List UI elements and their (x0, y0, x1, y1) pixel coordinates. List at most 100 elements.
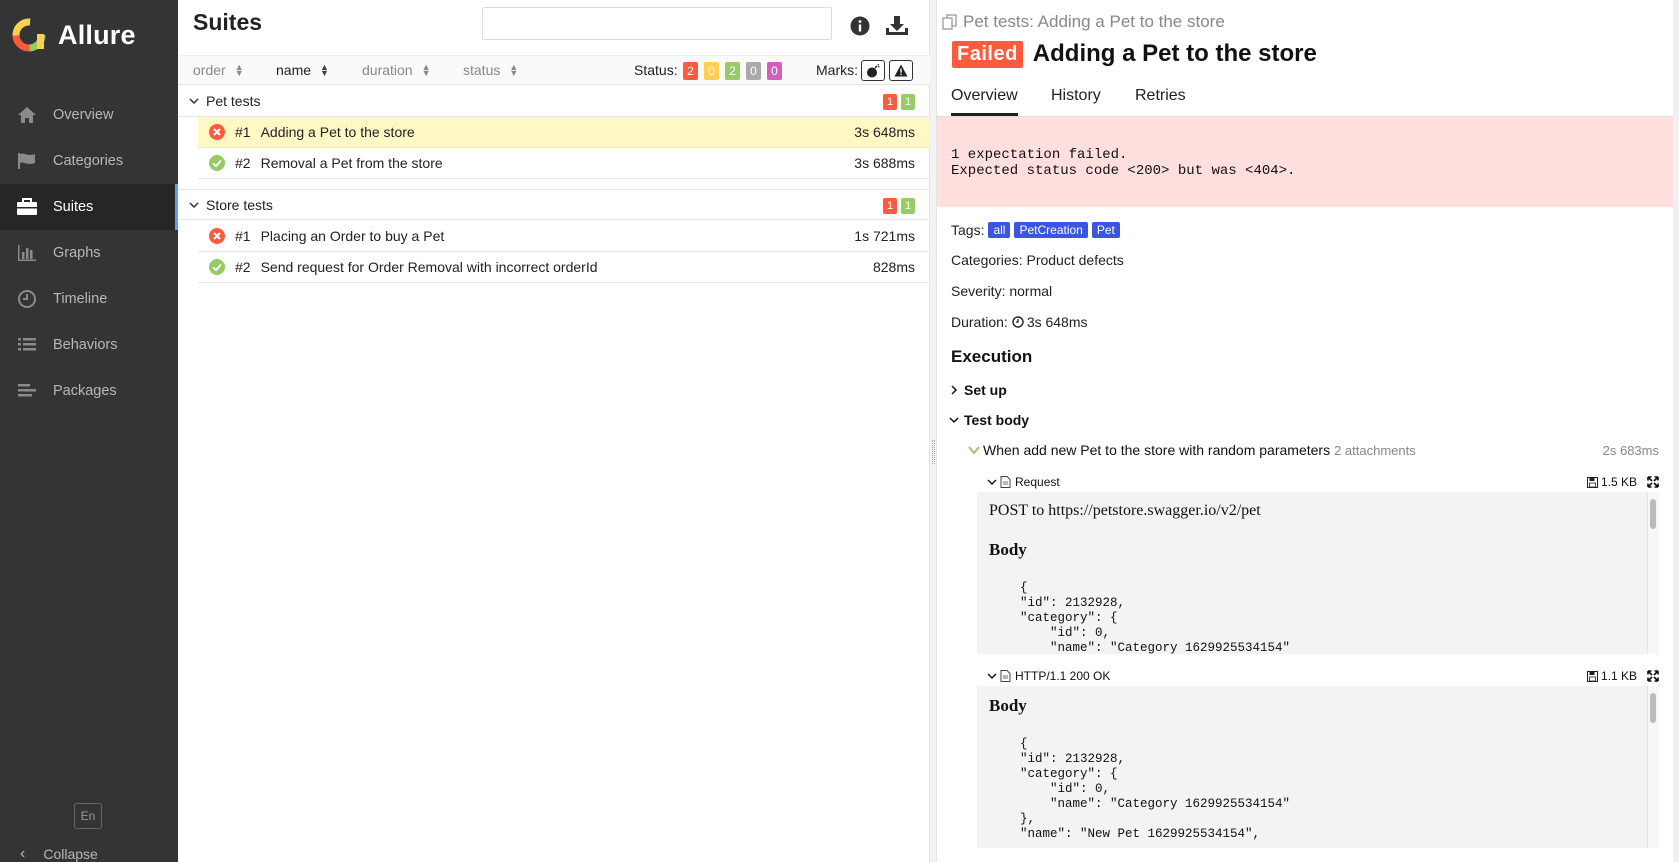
test-body-section[interactable]: Test body (948, 412, 1029, 428)
expand-icon[interactable] (1647, 670, 1659, 682)
sidebar-item-label: Behaviors (53, 337, 118, 353)
test-row[interactable]: #1 Placing an Order to buy a Pet 1s 721m… (198, 221, 930, 252)
sidebar-item-packages[interactable]: Packages (0, 368, 178, 414)
list-icon (16, 335, 38, 355)
severity-row: Severity: normal (951, 283, 1053, 299)
sort-name[interactable]: name ▲ ▼ (276, 62, 329, 78)
step-duration: 2s 683ms (1602, 442, 1659, 458)
error-message: 1 expectation failed. Expected status co… (937, 117, 1673, 207)
briefcase-icon (16, 197, 38, 217)
response-body-code: { "id": 2132928, "category": { "id": 0, … (1020, 737, 1291, 841)
step-name: When add new Pet to the store with rando… (983, 442, 1331, 458)
scrollbar-thumb[interactable] (1650, 693, 1656, 723)
suite-group-store-tests[interactable]: Store tests 1 1 (178, 189, 930, 220)
status-filter-skipped[interactable]: 0 (746, 62, 761, 80)
passed-status-icon (209, 155, 225, 171)
status-filter-failed[interactable]: 2 (683, 62, 698, 80)
bar-chart-icon (16, 243, 38, 263)
chevron-right-icon (951, 385, 958, 395)
attachment-size-value: 1.1 KB (1600, 669, 1637, 683)
test-details-pane: Pet tests: Adding a Pet to the store Fai… (937, 0, 1679, 862)
sidebar-item-behaviors[interactable]: Behaviors (0, 322, 178, 368)
sidebar-item-label: Packages (53, 383, 117, 399)
passed-count-badge: 1 (901, 198, 915, 214)
details-scrollbar[interactable] (1673, 0, 1679, 862)
failed-count-badge: 1 (883, 198, 897, 214)
sidebar: Allure Overview Categories Suites Graphs (0, 0, 178, 862)
collapse-button[interactable]: ‹ Collapse (20, 845, 98, 862)
align-left-icon (16, 381, 38, 401)
clock-icon (16, 289, 38, 309)
scrollbar[interactable] (1647, 492, 1659, 654)
passed-count-badge: 1 (901, 94, 915, 110)
copy-icon[interactable] (942, 14, 958, 30)
language-button[interactable]: En (74, 803, 102, 829)
search-input[interactable] (482, 7, 832, 40)
status-filter-unknown[interactable]: 0 (767, 62, 782, 80)
sidebar-item-timeline[interactable]: Timeline (0, 276, 178, 322)
tag-badge: Pet (1091, 222, 1120, 238)
chevron-down-icon (987, 673, 997, 679)
sidebar-item-overview[interactable]: Overview (0, 92, 178, 138)
page-title: Suites (193, 9, 263, 35)
response-body-label: Body (989, 696, 1027, 715)
test-number: #2 (235, 155, 251, 171)
scrollbar[interactable] (1647, 686, 1659, 848)
attachment-response-header[interactable]: HTTP/1.1 200 OK 1.1 KB (987, 666, 1659, 686)
download-icon[interactable] (885, 15, 909, 40)
sort-duration[interactable]: duration ▲ ▼ (362, 62, 431, 78)
setup-section[interactable]: Set up (948, 382, 1007, 398)
test-step[interactable]: When add new Pet to the store with rando… (967, 442, 1659, 458)
request-first-line: POST to https://petstore.swagger.io/v2/p… (989, 502, 1261, 519)
attachment-request-content: POST to https://petstore.swagger.io/v2/p… (977, 492, 1659, 654)
scrollbar-thumb[interactable] (1650, 499, 1656, 529)
flag-icon (16, 151, 38, 171)
flaky-mark-button[interactable] (861, 60, 885, 81)
sort-icon: ▲ ▼ (509, 62, 519, 78)
attachment-name: Request (1015, 475, 1060, 489)
test-number: #1 (235, 124, 251, 140)
file-icon (1000, 476, 1011, 488)
new-failed-mark-button[interactable] (889, 60, 913, 81)
pane-splitter[interactable] (930, 0, 937, 862)
splitter-grip[interactable] (932, 440, 935, 464)
allure-logo[interactable]: Allure (12, 18, 136, 52)
test-name: Removal a Pet from the store (260, 155, 443, 171)
status-filter-passed[interactable]: 2 (725, 62, 740, 80)
sort-status-label: status (463, 62, 501, 78)
sidebar-item-suites[interactable]: Suites (0, 184, 178, 230)
sidebar-item-categories[interactable]: Categories (0, 138, 178, 184)
attachment-response-content: Body { "id": 2132928, "category": { "id"… (977, 686, 1659, 848)
test-row[interactable]: #2 Send request for Order Removal with i… (198, 252, 930, 283)
save-icon[interactable] (1586, 670, 1598, 682)
tab-overview[interactable]: Overview (951, 87, 1018, 116)
test-name: Placing an Order to buy a Pet (260, 228, 445, 244)
status-filter-broken[interactable]: 0 (704, 62, 719, 80)
sort-icon: ▲ ▼ (320, 62, 329, 78)
bomb-icon (867, 63, 880, 77)
info-icon[interactable] (850, 16, 870, 39)
duration-row: Duration: 3s 648ms (951, 314, 1088, 330)
passed-status-icon (209, 259, 225, 275)
sidebar-item-label: Suites (53, 199, 94, 215)
chevron-down-icon (189, 98, 199, 105)
sort-order[interactable]: order ▲ ▼ (193, 62, 244, 78)
allure-logo-icon (12, 18, 46, 52)
file-icon (1000, 670, 1011, 682)
sort-duration-label: duration (362, 62, 413, 78)
tab-retries[interactable]: Retries (1135, 87, 1186, 105)
sort-status[interactable]: status ▲ ▼ (463, 62, 518, 78)
duration-value: 3s 648ms (1026, 314, 1088, 330)
tag-badge: all (988, 222, 1011, 238)
sidebar-item-graphs[interactable]: Graphs (0, 230, 178, 276)
attachment-request-header[interactable]: Request 1.5 KB (987, 472, 1659, 492)
expand-icon[interactable] (1647, 476, 1659, 488)
suite-group-pet-tests[interactable]: Pet tests 1 1 (178, 86, 930, 117)
tab-history[interactable]: History (1051, 87, 1101, 105)
attachment-size: 1.1 KB (1586, 669, 1637, 683)
chevron-left-icon: ‹ (20, 845, 26, 862)
sidebar-item-label: Timeline (53, 291, 108, 307)
test-row[interactable]: #1 Adding a Pet to the store 3s 648ms (198, 117, 930, 148)
test-row[interactable]: #2 Removal a Pet from the store 3s 688ms (198, 148, 930, 179)
save-icon[interactable] (1586, 476, 1598, 488)
